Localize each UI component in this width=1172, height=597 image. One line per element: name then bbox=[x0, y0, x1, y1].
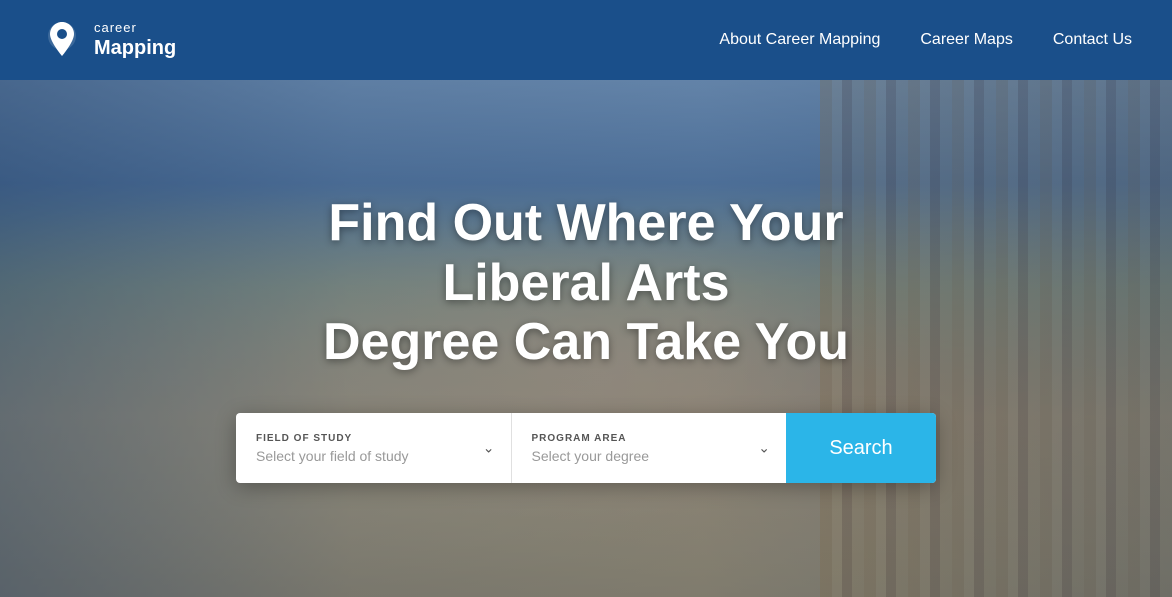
program-area-value: Select your degree bbox=[532, 448, 767, 464]
main-nav: About Career Mapping Career Maps Contact… bbox=[719, 31, 1132, 49]
search-button[interactable]: Search bbox=[786, 413, 936, 483]
nav-career-maps[interactable]: Career Maps bbox=[920, 31, 1012, 49]
program-area-dropdown[interactable]: PROGRAM AREA Select your degree ⌄ bbox=[512, 413, 787, 483]
field-of-study-arrow-icon: ⌄ bbox=[483, 440, 495, 457]
site-header: career Mapping About Career Mapping Care… bbox=[0, 0, 1172, 80]
logo[interactable]: career Mapping bbox=[40, 18, 176, 62]
nav-contact[interactable]: Contact Us bbox=[1053, 31, 1132, 49]
nav-about[interactable]: About Career Mapping bbox=[719, 31, 880, 49]
program-area-label: PROGRAM AREA bbox=[532, 433, 767, 444]
field-of-study-dropdown[interactable]: FIELD OF STUDY Select your field of stud… bbox=[236, 413, 512, 483]
hero-section: Find Out Where Your Liberal Arts Degree … bbox=[0, 80, 1172, 597]
logo-icon bbox=[40, 18, 84, 62]
search-bar: FIELD OF STUDY Select your field of stud… bbox=[236, 413, 936, 483]
field-of-study-value: Select your field of study bbox=[256, 448, 491, 464]
field-of-study-label: FIELD OF STUDY bbox=[256, 433, 491, 444]
hero-content: Find Out Where Your Liberal Arts Degree … bbox=[0, 80, 1172, 597]
hero-title: Find Out Where Your Liberal Arts Degree … bbox=[236, 194, 936, 373]
program-area-arrow-icon: ⌄ bbox=[758, 440, 770, 457]
logo-text: career Mapping bbox=[94, 20, 176, 60]
